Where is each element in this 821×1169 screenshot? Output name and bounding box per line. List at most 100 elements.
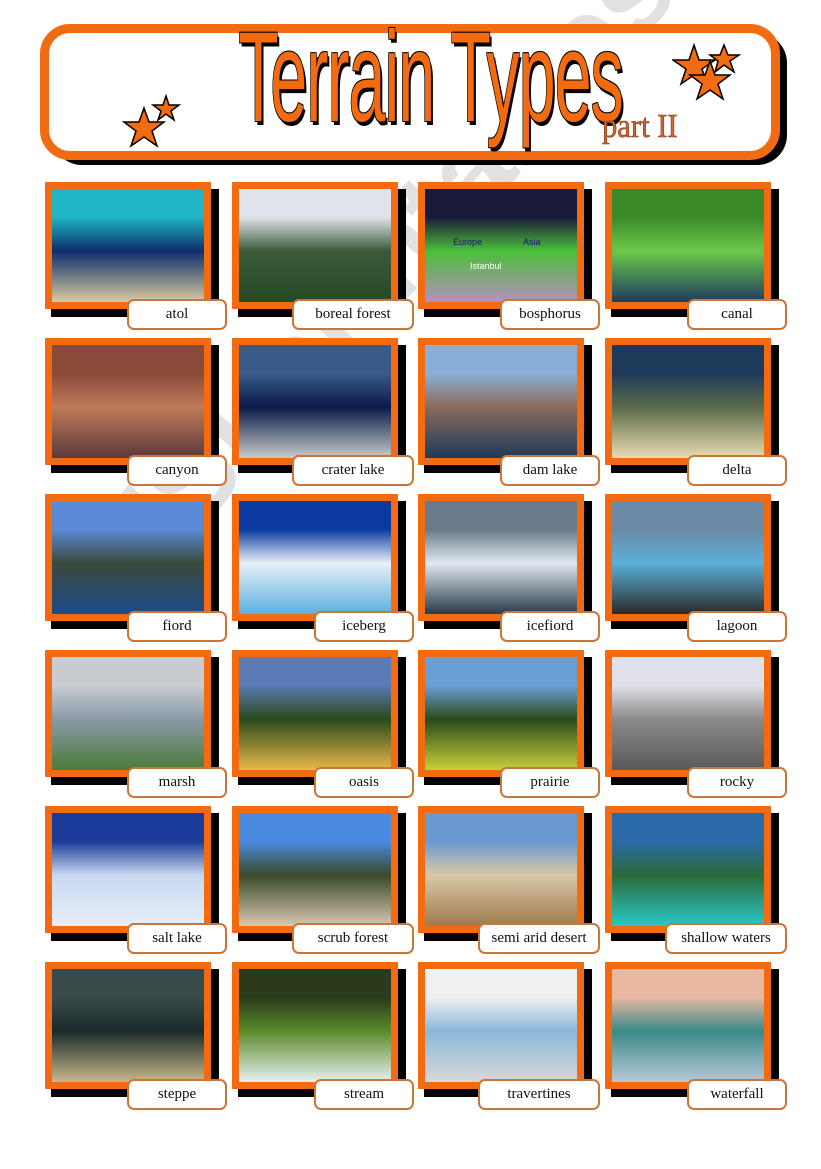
terrain-card: rocky	[605, 650, 787, 798]
terrain-card: delta	[605, 338, 787, 486]
fiord-photo	[52, 501, 204, 614]
prairie-photo	[425, 657, 577, 770]
photo-frame	[418, 338, 584, 465]
page-subtitle: part II	[602, 108, 678, 146]
map-label: Asia	[523, 237, 541, 247]
stream-photo	[239, 969, 391, 1082]
terrain-card: boreal forest	[232, 182, 414, 330]
canal-photo	[612, 189, 764, 302]
photo-frame	[418, 962, 584, 1089]
terrain-card: lagoon	[605, 494, 787, 642]
terrain-label: marsh	[127, 767, 227, 798]
lagoon-photo	[612, 501, 764, 614]
photo-frame	[232, 494, 398, 621]
atoll-photo	[52, 189, 204, 302]
canyon-photo	[52, 345, 204, 458]
terrain-label: boreal forest	[292, 299, 414, 330]
terrain-label: semi arid desert	[478, 923, 600, 954]
terrain-label: steppe	[127, 1079, 227, 1110]
terrain-label: iceberg	[314, 611, 414, 642]
photo-frame	[45, 962, 211, 1089]
oasis-photo	[239, 657, 391, 770]
terrain-label: salt lake	[127, 923, 227, 954]
steppe-photo	[52, 969, 204, 1082]
photo-frame: Europe Asia Istanbul	[418, 182, 584, 309]
travertines-photo	[425, 969, 577, 1082]
terrain-card: shallow waters	[605, 806, 787, 954]
semi-arid-desert-photo	[425, 813, 577, 926]
map-label: Istanbul	[470, 261, 502, 271]
terrain-card: Europe Asia Istanbul bosphorus	[418, 182, 600, 330]
terrain-label: icefiord	[500, 611, 600, 642]
star-cluster-right-icon	[672, 42, 742, 101]
photo-frame	[605, 182, 771, 309]
photo-frame	[45, 338, 211, 465]
terrain-label: canal	[687, 299, 787, 330]
terrain-label: bosphorus	[500, 299, 600, 330]
terrain-label: fiord	[127, 611, 227, 642]
terrain-label: crater lake	[292, 455, 414, 486]
iceberg-photo	[239, 501, 391, 614]
shallow-waters-photo	[612, 813, 764, 926]
map-label: Europe	[453, 237, 483, 247]
photo-frame	[232, 338, 398, 465]
terrain-card: prairie	[418, 650, 600, 798]
terrain-card: travertines	[418, 962, 600, 1110]
terrain-label: oasis	[314, 767, 414, 798]
terrain-card: icefiord	[418, 494, 600, 642]
terrain-label: prairie	[500, 767, 600, 798]
rocky-photo	[612, 657, 764, 770]
terrain-label: rocky	[687, 767, 787, 798]
terrain-card: scrub forest	[232, 806, 414, 954]
photo-frame	[605, 962, 771, 1089]
page-title: Terrain Types	[238, 6, 624, 149]
terrain-card: iceberg	[232, 494, 414, 642]
photo-frame	[605, 806, 771, 933]
star-cluster-left-icon	[122, 94, 182, 148]
terrain-card: stream	[232, 962, 414, 1110]
photo-frame	[418, 494, 584, 621]
terrain-card: canal	[605, 182, 787, 330]
terrain-label: canyon	[127, 455, 227, 486]
terrain-label: delta	[687, 455, 787, 486]
waterfall-photo	[612, 969, 764, 1082]
photo-frame	[232, 182, 398, 309]
terrain-card: fiord	[45, 494, 227, 642]
terrain-card: atol	[45, 182, 227, 330]
terrain-label: stream	[314, 1079, 414, 1110]
photo-frame	[232, 962, 398, 1089]
bosphorus-satellite-photo: Europe Asia Istanbul	[425, 189, 577, 302]
terrain-label: scrub forest	[292, 923, 414, 954]
icefiord-photo	[425, 501, 577, 614]
photo-frame	[45, 182, 211, 309]
photo-frame	[605, 650, 771, 777]
terrain-card: salt lake	[45, 806, 227, 954]
photo-frame	[605, 494, 771, 621]
photo-frame	[45, 494, 211, 621]
terrain-card: waterfall	[605, 962, 787, 1110]
terrain-card: crater lake	[232, 338, 414, 486]
terrain-card: steppe	[45, 962, 227, 1110]
photo-frame	[418, 650, 584, 777]
terrain-label: lagoon	[687, 611, 787, 642]
boreal-forest-photo	[239, 189, 391, 302]
terrain-card: oasis	[232, 650, 414, 798]
terrain-label: atol	[127, 299, 227, 330]
terrain-label: waterfall	[687, 1079, 787, 1110]
terrain-label: shallow waters	[665, 923, 787, 954]
photo-frame	[45, 806, 211, 933]
salt-lake-photo	[52, 813, 204, 926]
photo-frame	[45, 650, 211, 777]
photo-frame	[605, 338, 771, 465]
photo-frame	[232, 650, 398, 777]
photo-frame	[232, 806, 398, 933]
marsh-photo	[52, 657, 204, 770]
photo-frame	[418, 806, 584, 933]
terrain-label: dam lake	[500, 455, 600, 486]
terrain-card: semi arid desert	[418, 806, 600, 954]
terrain-card: marsh	[45, 650, 227, 798]
terrain-card: canyon	[45, 338, 227, 486]
delta-photo	[612, 345, 764, 458]
dam-lake-photo	[425, 345, 577, 458]
terrain-card: dam lake	[418, 338, 600, 486]
